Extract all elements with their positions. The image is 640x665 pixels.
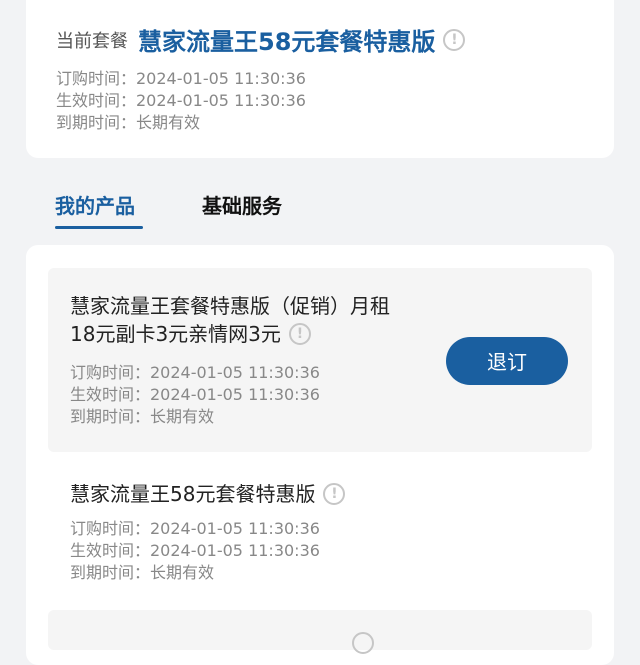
product-meta: 订购时间：2024-01-05 11:30:36 生效时间：2024-01-05… — [70, 518, 320, 584]
current-plan-row: 当前套餐 慧家流量王58元套餐特惠版 ! — [56, 22, 466, 57]
expire-time: 到期时间：长期有效 — [70, 407, 215, 426]
product-title-line1: 慧家流量王58元套餐特惠版 — [70, 482, 316, 506]
unsubscribe-button[interactable]: 退订 — [446, 337, 568, 385]
tab-my-products[interactable]: 我的产品 — [55, 190, 135, 219]
product-title-line1: 慧家流量王套餐特惠版（促销）月租 — [70, 294, 390, 318]
product-meta: 订购时间：2024-01-05 11:30:36 生效时间：2024-01-05… — [70, 362, 320, 428]
tab-bar: 我的产品 基础服务 — [0, 176, 640, 240]
tab-active-indicator — [55, 226, 143, 229]
info-icon[interactable]: ! — [323, 483, 346, 505]
product-item — [48, 610, 592, 650]
info-icon[interactable]: ! — [443, 28, 466, 51]
effective-time: 生效时间：2024-01-05 11:30:36 — [70, 385, 320, 404]
product-title-line2: 18元副卡3元亲情网3元 — [70, 322, 281, 346]
current-plan-meta: 订购时间：2024-01-05 11:30:36 生效时间：2024-01-05… — [56, 68, 306, 134]
product-title: 慧家流量王套餐特惠版（促销）月租 18元副卡3元亲情网3元 ! — [70, 292, 390, 348]
effective-time: 生效时间：2024-01-05 11:30:36 — [56, 91, 306, 110]
current-plan-label: 当前套餐 — [56, 30, 128, 52]
product-title: 慧家流量王58元套餐特惠版 ! — [70, 480, 346, 508]
info-icon[interactable]: ! — [288, 323, 311, 345]
order-time: 订购时间：2024-01-05 11:30:36 — [70, 363, 320, 382]
order-time: 订购时间：2024-01-05 11:30:36 — [56, 69, 306, 88]
current-plan-name: 慧家流量王58元套餐特惠版 — [138, 28, 436, 56]
tab-basic-services[interactable]: 基础服务 — [202, 190, 282, 219]
effective-time: 生效时间：2024-01-05 11:30:36 — [70, 541, 320, 560]
info-icon[interactable] — [352, 632, 374, 654]
order-time: 订购时间：2024-01-05 11:30:36 — [70, 519, 320, 538]
expire-time: 到期时间：长期有效 — [70, 563, 215, 582]
expire-time: 到期时间：长期有效 — [56, 113, 201, 132]
